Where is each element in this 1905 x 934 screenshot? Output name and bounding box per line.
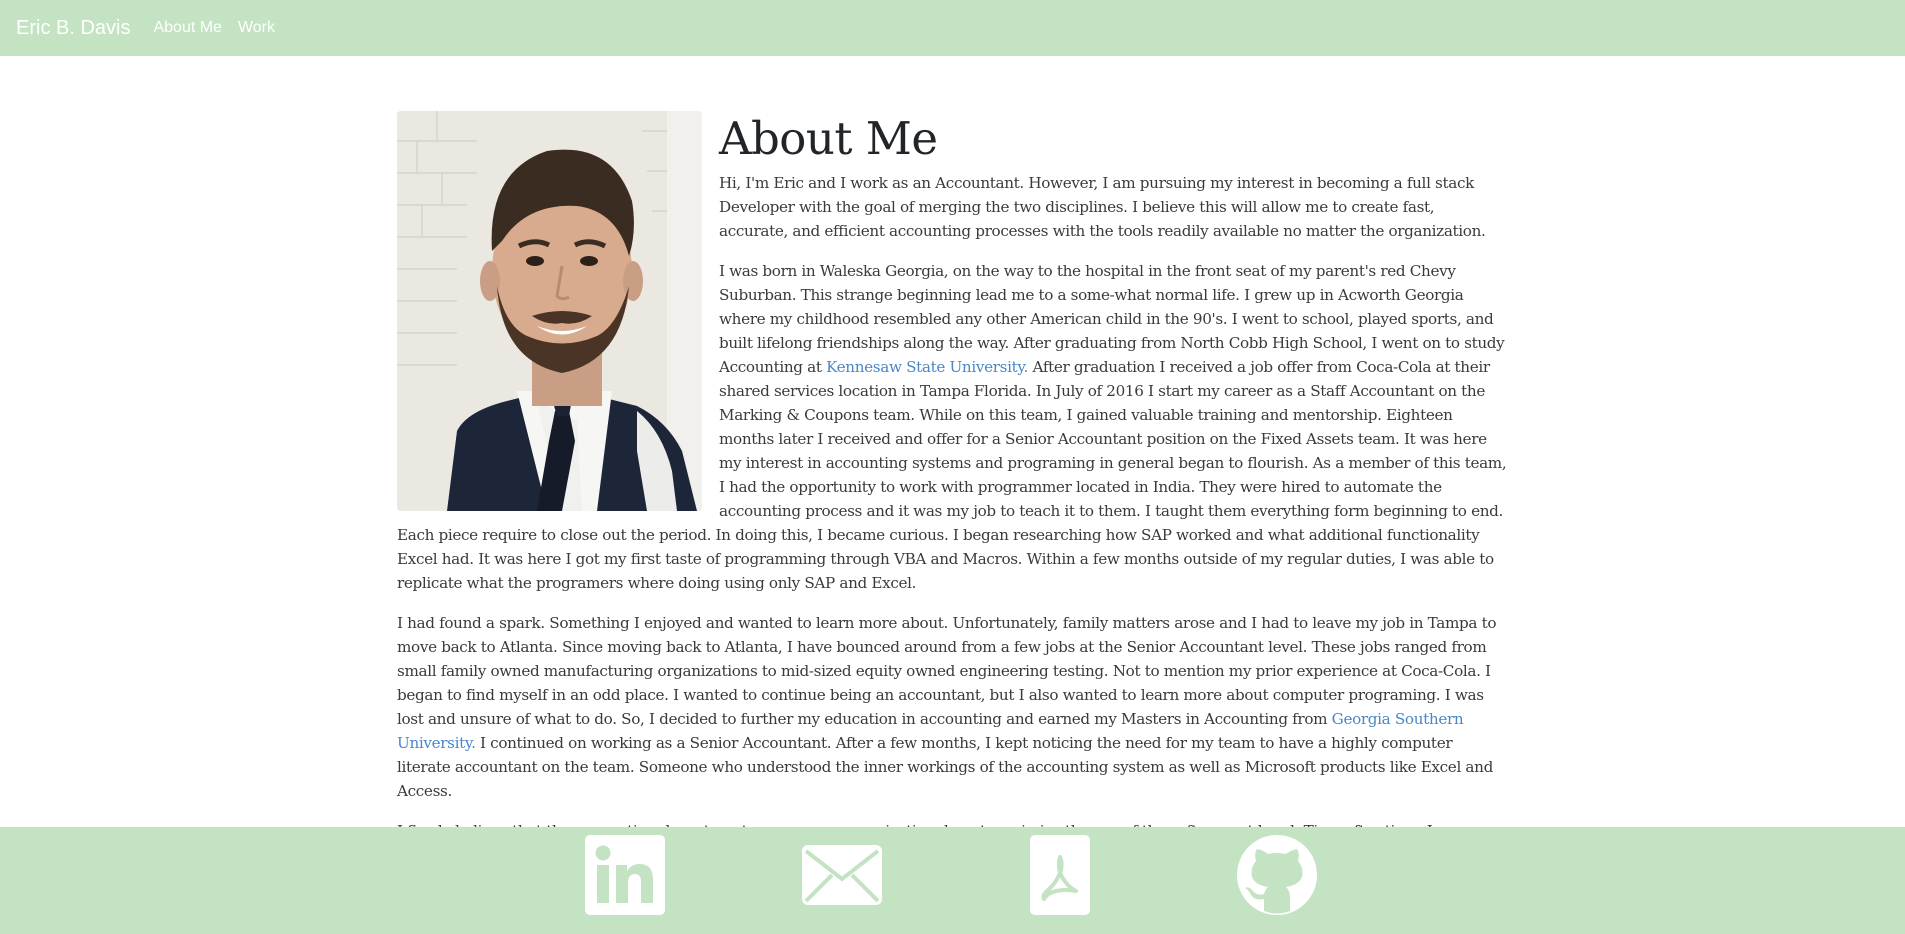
profile-photo <box>397 111 702 511</box>
kennesaw-state-link[interactable]: Kennesaw State University. <box>826 358 1028 376</box>
profile-photo-image <box>397 111 702 511</box>
nav-link-about-me[interactable]: About Me <box>153 19 221 37</box>
nav-link-work[interactable]: Work <box>238 19 275 37</box>
paragraph-text: I continued on working as a Senior Accou… <box>397 734 1493 800</box>
career-paragraph: I had found a spark. Something I enjoyed… <box>397 611 1507 803</box>
github-icon[interactable] <box>1237 835 1317 919</box>
email-icon[interactable] <box>802 845 882 909</box>
footer <box>0 827 1905 934</box>
navbar: Eric B. Davis About Me Work <box>0 0 1905 56</box>
linkedin-icon[interactable] <box>585 835 665 919</box>
pdf-icon[interactable] <box>1030 835 1090 919</box>
brand-link[interactable]: Eric B. Davis <box>16 17 130 40</box>
about-section: About Me Hi, I'm Eric and I work as an A… <box>397 111 1507 859</box>
